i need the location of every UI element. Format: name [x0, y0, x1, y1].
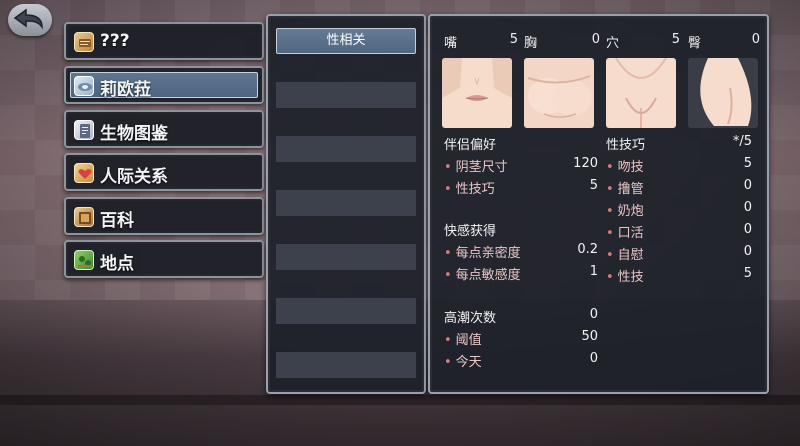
climax-count-value: 0 [589, 307, 598, 322]
skill-handjob-label: 撸管 [617, 182, 644, 197]
bullet-icon: • [444, 333, 452, 348]
menu-item-inner [70, 28, 258, 54]
pref-skill-value: 5 [589, 178, 598, 193]
heart-letter-icon [74, 163, 94, 183]
bullet-icon: • [444, 268, 452, 283]
menu-item-liora[interactable]: 莉欧菈 [64, 66, 264, 104]
menu-item-bestiary[interactable]: 生物图鉴 [64, 110, 264, 148]
part-value-chest: 0 [591, 32, 600, 47]
hip-portrait-image [688, 58, 758, 128]
skill-kiss-label: 吻技 [617, 160, 644, 175]
pref-skill-label: 性技巧 [455, 182, 495, 197]
encyclopedia-icon [74, 207, 94, 227]
card-icon [74, 76, 94, 96]
skill-row-label: • 性技 [606, 266, 644, 285]
skill-row-label: • 吻技 [606, 156, 644, 175]
bullet-icon: • [606, 270, 614, 285]
bullet-icon: • [606, 226, 614, 241]
bullet-icon: • [606, 182, 614, 197]
menu-item-inner [70, 203, 258, 229]
climax-threshold-label: 阈值 [455, 333, 482, 348]
bullet-icon: • [444, 160, 452, 175]
menu-item-label: ??? [100, 31, 130, 51]
pleasure-intimacy-label: 每点亲密度 [455, 246, 521, 261]
tab-sex-related[interactable]: 性相关 [276, 28, 416, 54]
partner-prefs-heading: 伴侣偏好 [444, 138, 497, 153]
part-value-hip: 0 [751, 32, 760, 47]
pleasure-sensitivity-label: 每点敏感度 [455, 268, 521, 283]
pleasure-row-label: • 每点敏感度 [444, 264, 521, 283]
climax-today-label: 今天 [455, 355, 482, 370]
pleasure-row-label: • 每点亲密度 [444, 242, 521, 261]
chest-portrait-image [524, 58, 594, 128]
menu-item-label: 生物图鉴 [100, 124, 168, 144]
skills-max-label: */5 [732, 134, 752, 149]
list-item[interactable] [276, 82, 416, 108]
skill-row-label: • 奶炮 [606, 200, 644, 219]
subcategory-panel: 性相关 [266, 14, 426, 394]
pref-penis-size-value: 120 [573, 156, 598, 171]
skill-handjob-value: 0 [743, 178, 752, 193]
skill-row-label: • 自慰 [606, 244, 644, 263]
skill-row-label: • 口活 [606, 222, 644, 241]
skill-oral-label: 口活 [617, 226, 644, 241]
climax-heading: 高潮次数 [444, 311, 497, 326]
part-label-hole: 穴 [606, 36, 620, 51]
menu-item-label: 百科 [100, 211, 134, 231]
list-item[interactable] [276, 298, 416, 324]
bullet-icon: • [444, 182, 452, 197]
part-value-mouth: 5 [509, 32, 518, 47]
list-item[interactable] [276, 352, 416, 378]
part-label-hip: 臀 [688, 36, 702, 51]
bullet-icon: • [606, 248, 614, 263]
part-label-chest: 胸 [524, 36, 538, 51]
bullet-icon: • [444, 355, 452, 370]
menu-item-label: 地点 [100, 254, 134, 274]
skill-masturbation-label: 自慰 [617, 248, 644, 263]
hole-portrait-image [606, 58, 676, 128]
pleasure-sensitivity-value: 1 [589, 264, 598, 279]
pref-row-label: • 性技巧 [444, 178, 495, 197]
mouth-portrait-image [442, 58, 512, 128]
part-label-mouth: 嘴 [444, 36, 458, 51]
bullet-icon: • [444, 246, 452, 261]
skill-masturbation-value: 0 [743, 244, 752, 259]
skill-row-label: • 撸管 [606, 178, 644, 197]
menu-item-relationships[interactable]: 人际关系 [64, 153, 264, 191]
menu-item-unknown[interactable]: ??? [64, 22, 264, 60]
menu-item-inner [70, 246, 258, 272]
skill-sex-value: 5 [743, 266, 752, 281]
skill-titjob-value: 0 [743, 200, 752, 215]
skills-heading: 性技巧 [606, 138, 646, 153]
pleasure-heading: 快感获得 [444, 224, 497, 239]
part-value-hole: 5 [671, 32, 680, 47]
list-item[interactable] [276, 244, 416, 270]
list-item[interactable] [276, 136, 416, 162]
pleasure-intimacy-value: 0.2 [577, 242, 598, 257]
climax-today-value: 0 [589, 351, 598, 366]
menu-item-label: 人际关系 [100, 167, 168, 187]
climax-row-label: • 阈值 [444, 329, 482, 348]
back-button[interactable] [8, 4, 52, 36]
stats-panel: 嘴 5 胸 0 穴 5 臀 0 伴侣偏好 • 阴茎尺寸 120 • 性技巧 5 … [428, 14, 769, 394]
pref-penis-size-label: 阴茎尺寸 [455, 160, 508, 175]
climax-row-label: • 今天 [444, 351, 482, 370]
map-icon [74, 250, 94, 270]
skill-titjob-label: 奶炮 [617, 204, 644, 219]
bullet-icon: • [606, 160, 614, 175]
back-arrow-icon [13, 8, 43, 30]
book-icon [74, 120, 94, 140]
skill-sex-label: 性技 [617, 270, 644, 285]
skill-kiss-value: 5 [743, 156, 752, 171]
menu-item-encyclopedia[interactable]: 百科 [64, 197, 264, 235]
pref-row-label: • 阴茎尺寸 [444, 156, 508, 175]
menu-item-locations[interactable]: 地点 [64, 240, 264, 278]
bullet-icon: • [606, 204, 614, 219]
list-item[interactable] [276, 190, 416, 216]
menu-item-selected-highlight [70, 72, 258, 98]
climax-threshold-value: 50 [581, 329, 598, 344]
skill-oral-value: 0 [743, 222, 752, 237]
menu-item-label: 莉欧菈 [100, 80, 151, 100]
scroll-icon [74, 32, 94, 52]
